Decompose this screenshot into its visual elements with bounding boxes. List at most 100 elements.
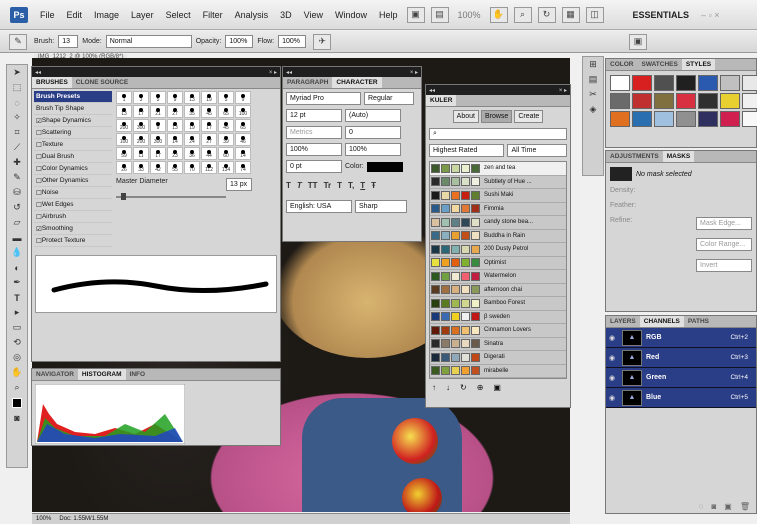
- history-brush-tool-icon[interactable]: ↺: [7, 200, 27, 215]
- healing-brush-tool-icon[interactable]: ✚: [7, 155, 27, 170]
- brush-tip-28[interactable]: 24: [184, 133, 200, 146]
- brush-tip-38[interactable]: 60: [218, 147, 234, 160]
- load-selection-icon[interactable]: ◌: [699, 502, 704, 511]
- 3d-dock-icon[interactable]: ◈: [583, 102, 603, 117]
- brush-tip-31[interactable]: 46: [235, 133, 251, 146]
- brush-tip-27[interactable]: 14: [167, 133, 183, 146]
- brush-tip-24[interactable]: 100: [116, 133, 132, 146]
- tab-swatches[interactable]: SWATCHES: [637, 59, 681, 70]
- quick-select-tool-icon[interactable]: ✧: [7, 110, 27, 125]
- menu-help[interactable]: Help: [373, 10, 404, 20]
- strikethrough-button[interactable]: Ŧ: [371, 181, 376, 190]
- visibility-eye-icon[interactable]: ◉: [606, 374, 618, 382]
- brush-option-2[interactable]: ☐ Scattering: [34, 127, 112, 139]
- language-select[interactable]: English: USA: [286, 200, 352, 213]
- marquee-tool-icon[interactable]: ⬚: [7, 80, 27, 95]
- brush-tip-25[interactable]: 200: [133, 133, 149, 146]
- brush-option-5[interactable]: ☐ Color Dynamics: [34, 163, 112, 175]
- tab-layers[interactable]: LAYERS: [606, 316, 640, 327]
- brush-option-8[interactable]: ☐ Wet Edges: [34, 199, 112, 211]
- brush-tip-10[interactable]: 21: [150, 105, 166, 118]
- brush-presets-item[interactable]: Brush Presets: [34, 91, 112, 103]
- small-caps-button[interactable]: Tr: [324, 181, 332, 190]
- kuler-theme-row[interactable]: Sushi Maki: [430, 189, 566, 203]
- brush-tip-5[interactable]: 19: [201, 91, 217, 104]
- kuler-theme-row[interactable]: Watermelon: [430, 270, 566, 284]
- refresh-icon[interactable]: ↻: [460, 383, 467, 392]
- 3d-orbit-tool-icon[interactable]: ◎: [7, 350, 27, 365]
- pen-tool-icon[interactable]: ✒: [7, 275, 27, 290]
- brush-tip-4[interactable]: 13: [184, 91, 200, 104]
- kuler-theme-row[interactable]: Fimmia: [430, 202, 566, 216]
- kuler-rating-select[interactable]: Highest Rated: [429, 144, 505, 157]
- style-swatch[interactable]: [698, 93, 718, 109]
- brush-tip-11[interactable]: 27: [167, 105, 183, 118]
- brush-option-11[interactable]: ☐ Protect Texture: [34, 235, 112, 247]
- tab-navigator[interactable]: NAVIGATOR: [32, 369, 78, 380]
- character-dock-icon[interactable]: ▤: [583, 72, 603, 87]
- brush-tip-2[interactable]: 5: [150, 91, 166, 104]
- kuler-theme-row[interactable]: Buddha in Rain: [430, 229, 566, 243]
- eyedropper-tool-icon[interactable]: ⟋: [7, 140, 27, 155]
- brush-tip-39[interactable]: 14: [235, 147, 251, 160]
- channel-row-red[interactable]: ◉ ▲ Red Ctrl+3: [606, 348, 756, 368]
- brush-tip-1[interactable]: 3: [133, 91, 149, 104]
- save-theme-icon[interactable]: ▣: [493, 383, 501, 392]
- baseline-shift-input[interactable]: 0 pt: [286, 160, 342, 173]
- zoom-tool-icon[interactable]: ⌕: [513, 6, 532, 23]
- menu-image[interactable]: Image: [88, 10, 125, 20]
- flow-input[interactable]: 100%: [278, 35, 307, 48]
- tab-character[interactable]: CHARACTER: [332, 77, 382, 88]
- leading-input[interactable]: (Auto): [345, 109, 401, 122]
- text-color-swatch[interactable]: [366, 161, 403, 172]
- menu-view[interactable]: View: [298, 10, 329, 20]
- menu-3d[interactable]: 3D: [274, 10, 298, 20]
- brush-tip-9[interactable]: 17: [133, 105, 149, 118]
- path-select-tool-icon[interactable]: ▸: [7, 305, 27, 320]
- font-style-select[interactable]: Regular: [364, 92, 414, 105]
- style-swatch[interactable]: [632, 93, 652, 109]
- kuler-dock-icon[interactable]: ⊞: [583, 57, 603, 72]
- clone-stamp-tool-icon[interactable]: ⛁: [7, 185, 27, 200]
- invert-button[interactable]: Invert: [696, 259, 752, 272]
- kuler-create-tab[interactable]: Create: [514, 110, 544, 123]
- brush-tip-45[interactable]: 112: [201, 161, 217, 174]
- dodge-tool-icon[interactable]: ◐: [7, 260, 27, 275]
- tab-channels[interactable]: CHANNELS: [639, 316, 684, 327]
- brush-tip-6[interactable]: 5: [218, 91, 234, 104]
- style-swatch[interactable]: [698, 75, 718, 91]
- style-swatch[interactable]: [698, 111, 718, 127]
- brush-tip-3[interactable]: 9: [167, 91, 183, 104]
- master-diameter-input[interactable]: 13 px: [226, 178, 252, 191]
- brush-tip-21[interactable]: 17: [201, 119, 217, 132]
- lasso-tool-icon[interactable]: ◌: [7, 95, 27, 110]
- brush-tip-29[interactable]: 27: [201, 133, 217, 146]
- menu-window[interactable]: Window: [329, 10, 373, 20]
- crop-tool-icon[interactable]: ⌗: [7, 125, 27, 140]
- shape-tool-icon[interactable]: ▭: [7, 320, 27, 335]
- brush-tip-26[interactable]: 300: [150, 133, 166, 146]
- style-swatch[interactable]: [654, 75, 674, 91]
- brush-tool-icon[interactable]: ✎: [7, 170, 27, 185]
- menu-select[interactable]: Select: [160, 10, 197, 20]
- brush-size-picker[interactable]: 13: [58, 35, 79, 48]
- channel-row-blue[interactable]: ◉ ▲ Blue Ctrl+5: [606, 388, 756, 408]
- tab-styles[interactable]: STYLES: [681, 59, 716, 70]
- superscript-button[interactable]: T: [337, 181, 342, 190]
- kuler-search-input[interactable]: ⌕: [429, 128, 567, 140]
- tab-paragraph[interactable]: PARAGRAPH: [283, 77, 332, 88]
- gradient-tool-icon[interactable]: ▬: [7, 230, 27, 245]
- brush-tip-15[interactable]: 100: [235, 105, 251, 118]
- delete-channel-icon[interactable]: 🗑: [740, 502, 750, 511]
- brush-tip-0[interactable]: 1: [116, 91, 132, 104]
- style-swatch[interactable]: [742, 111, 757, 127]
- kuler-theme-row[interactable]: candy stone bea...: [430, 216, 566, 230]
- kuler-theme-row[interactable]: Subtlety of Hue ...: [430, 175, 566, 189]
- underline-button[interactable]: T: [360, 181, 365, 190]
- brush-option-6[interactable]: ☐ Other Dynamics: [34, 175, 112, 187]
- brush-tip-12[interactable]: 35: [184, 105, 200, 118]
- brush-tool-preset-icon[interactable]: ✎: [9, 33, 27, 50]
- style-swatch[interactable]: [610, 111, 630, 127]
- opacity-input[interactable]: 100%: [225, 35, 254, 48]
- bridge-icon[interactable]: ▣: [406, 6, 425, 23]
